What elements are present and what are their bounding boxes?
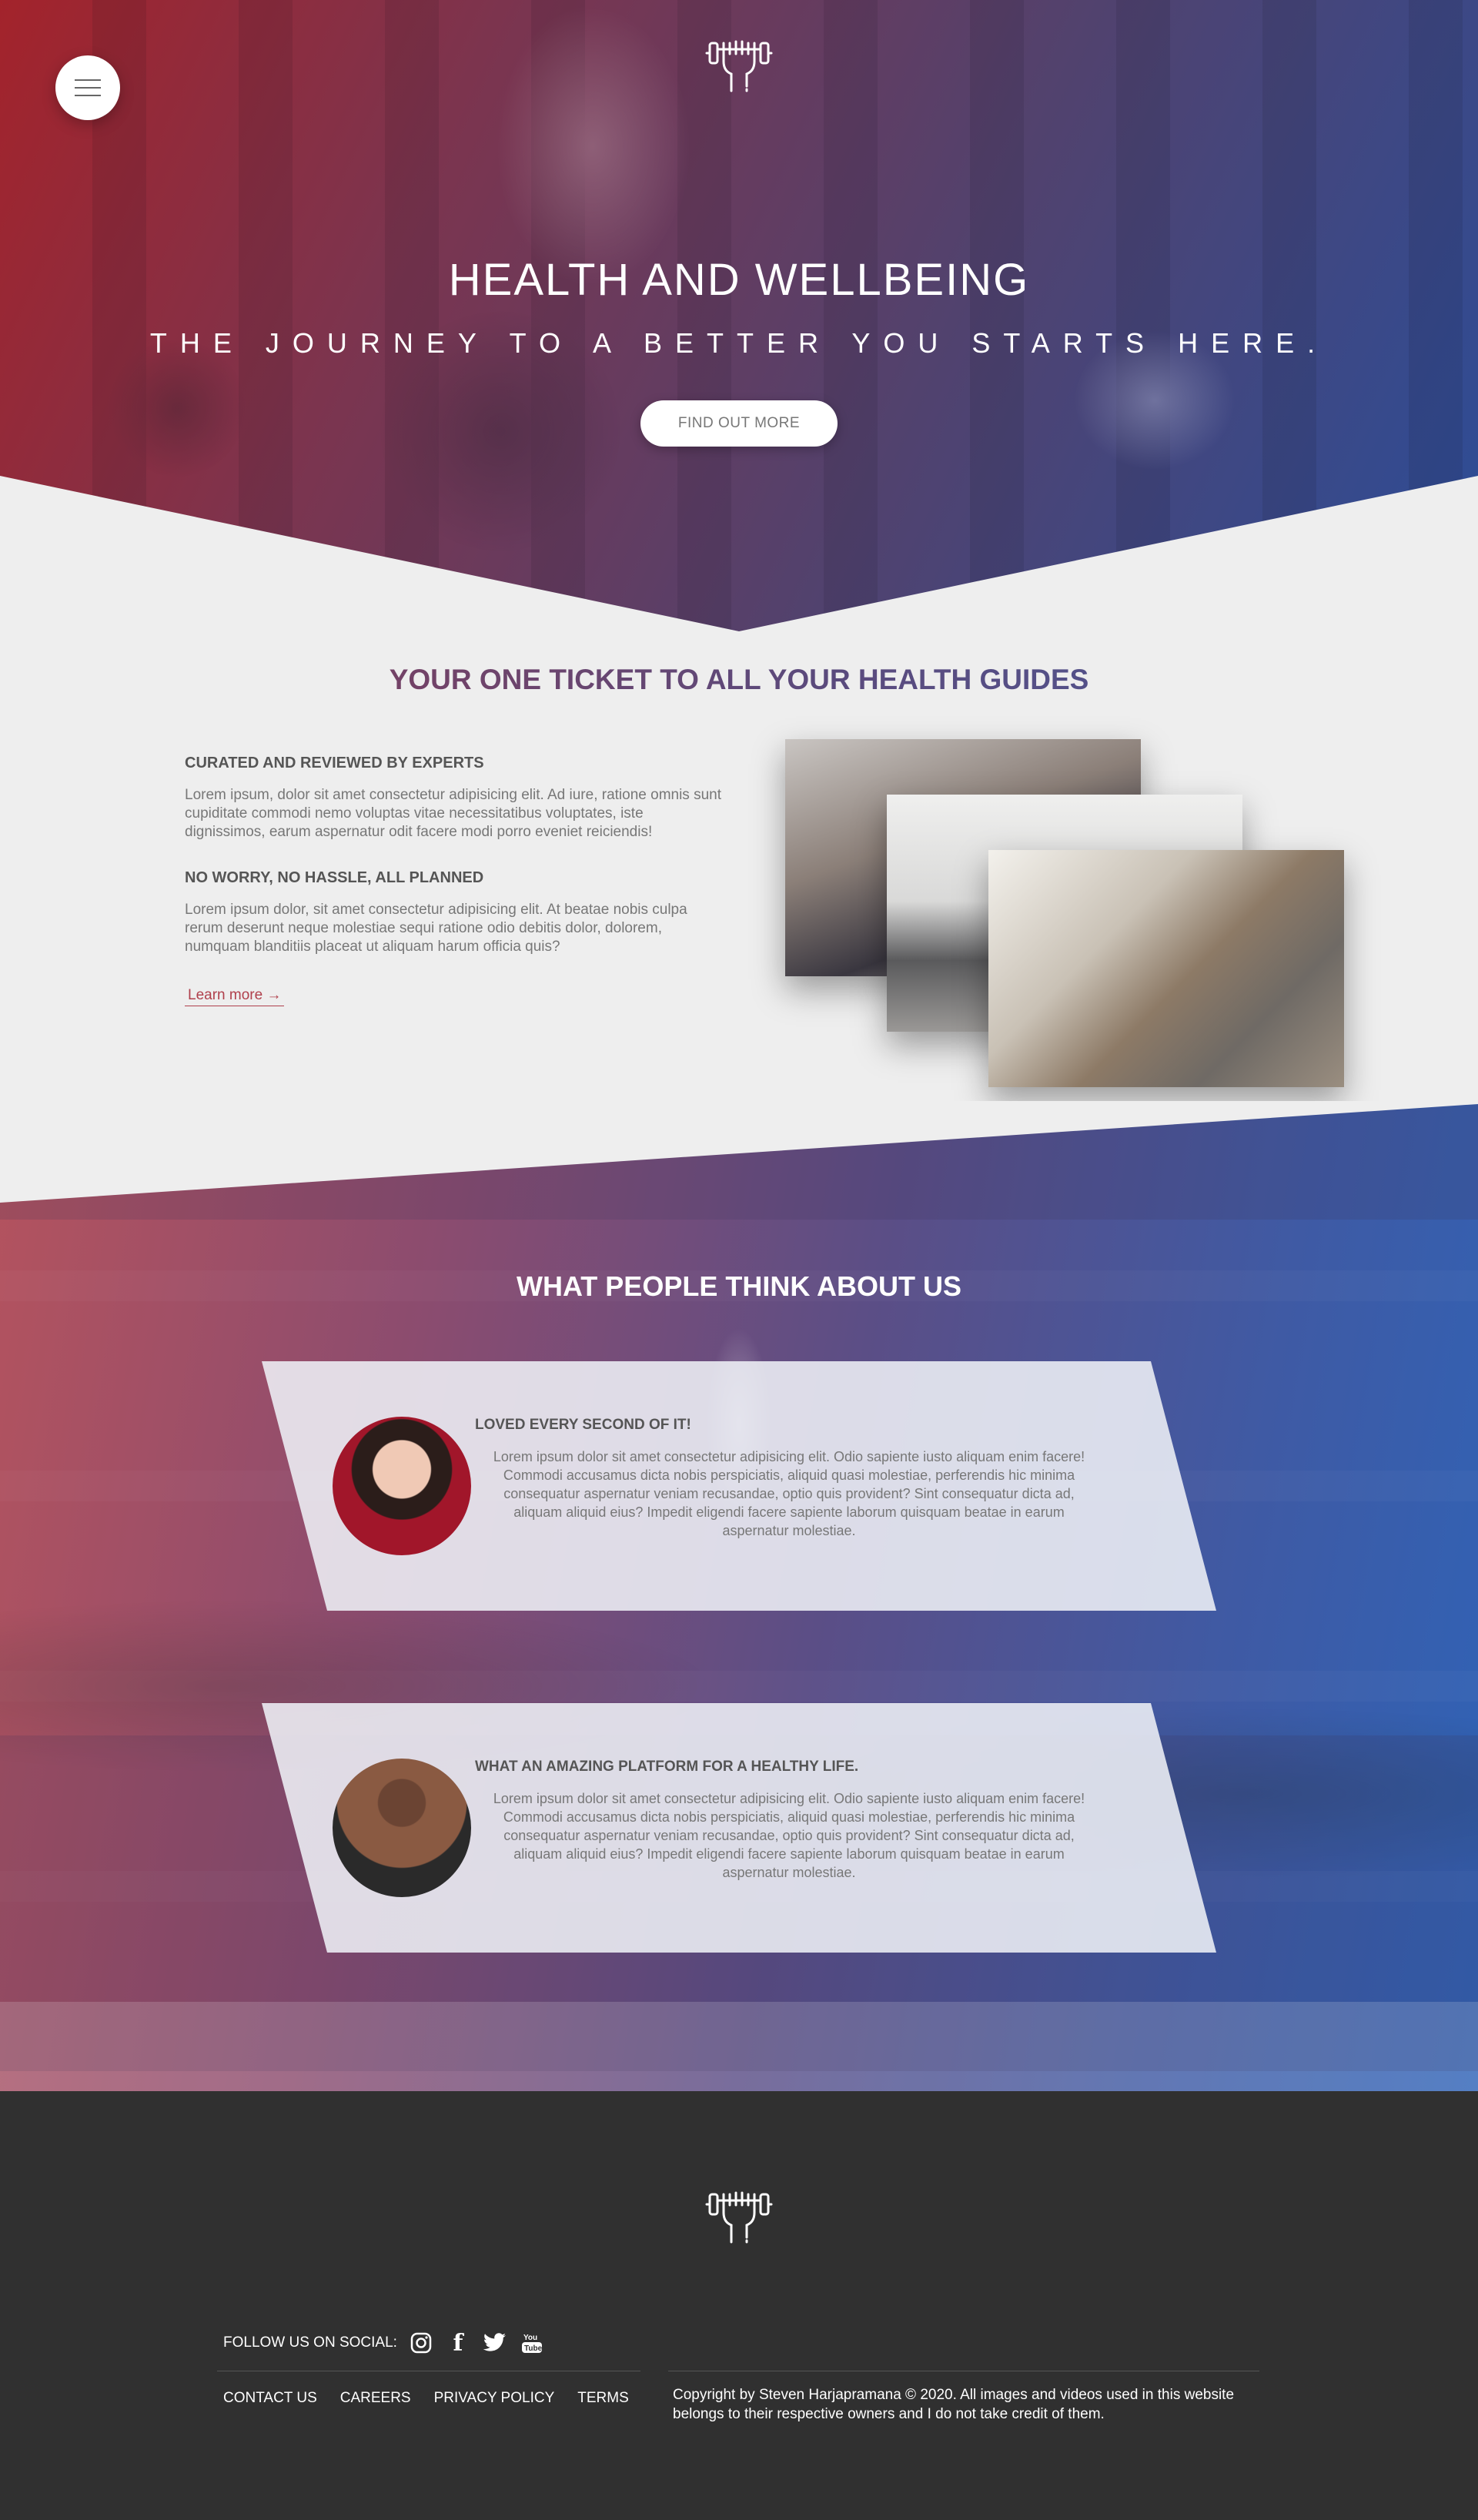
about-section-title: YOUR ONE TICKET TO ALL YOUR HEALTH GUIDE… [0, 664, 1478, 696]
testimonial-card: LOVED EVERY SECOND OF IT! Lorem ipsum do… [262, 1361, 1216, 1611]
testimonials-angled-divider [0, 1101, 1478, 1203]
testimonial-heading: WHAT AN AMAZING PLATFORM FOR A HEALTHY L… [475, 1759, 859, 1775]
facebook-icon[interactable]: f [445, 2330, 471, 2357]
footer: FOLLOW US ON SOCIAL: f You Tube CONTACT U… [0, 2091, 1478, 2520]
yoga-pose-photo [988, 850, 1344, 1087]
menu-line-icon [75, 79, 101, 81]
about-features: CURATED AND REVIEWED BY EXPERTS Lorem ip… [185, 755, 724, 1006]
footer-link-careers[interactable]: CAREERS [340, 2390, 411, 2407]
testimonial-body: Lorem ipsum dolor sit amet consectetur a… [493, 1449, 1085, 1538]
find-out-more-button[interactable]: FIND OUT MORE [640, 400, 838, 447]
hero-subtitle: THE JOURNEY TO A BETTER YOU STARTS HERE. [149, 327, 1329, 359]
testimonial-body: Lorem ipsum dolor sit amet consectetur a… [493, 1791, 1085, 1880]
footer-nav: CONTACT US CAREERS PRIVACY POLICY TERMS [223, 2390, 629, 2407]
footer-link-contact-us[interactable]: CONTACT US [223, 2390, 317, 2407]
svg-text:Tube: Tube [524, 2344, 543, 2353]
svg-text:You: You [523, 2334, 537, 2342]
feature-body: Lorem ipsum dolor, sit amet consectetur … [185, 902, 687, 955]
learn-more-link[interactable]: Learn more → [185, 987, 285, 1006]
hamburger-menu-button[interactable] [55, 55, 120, 120]
youtube-icon[interactable]: You Tube [519, 2330, 545, 2356]
avatar [333, 1417, 471, 1555]
hero-angled-divider [0, 476, 1478, 639]
avatar [333, 1759, 471, 1897]
copyright-text: Copyright by Steven Harjapramana © 2020.… [673, 2387, 1235, 2422]
social-follow: FOLLOW US ON SOCIAL: f You Tube [223, 2330, 545, 2357]
background-band [0, 2002, 1478, 2091]
twitter-icon[interactable] [482, 2330, 508, 2356]
dumbbell-hand-logo-icon[interactable] [705, 2179, 773, 2244]
testimonial-card: WHAT AN AMAZING PLATFORM FOR A HEALTHY L… [262, 1703, 1216, 1953]
dumbbell-hand-logo-icon[interactable] [705, 28, 773, 92]
testimonials-title: WHAT PEOPLE THINK ABOUT US [517, 1270, 961, 1302]
instagram-icon[interactable] [408, 2330, 434, 2356]
hero-title: HEALTH AND WELLBEING [448, 255, 1030, 305]
footer-link-terms[interactable]: TERMS [577, 2390, 629, 2407]
hero-section: HEALTH AND WELLBEING THE JOURNEY TO A BE… [0, 0, 1478, 639]
feature-heading: NO WORRY, NO HASSLE, ALL PLANNED [185, 869, 484, 886]
testimonial-heading: LOVED EVERY SECOND OF IT! [475, 1417, 691, 1433]
follow-label: FOLLOW US ON SOCIAL: [223, 2334, 397, 2351]
footer-link-privacy-policy[interactable]: PRIVACY POLICY [434, 2390, 555, 2407]
feature-heading: CURATED AND REVIEWED BY EXPERTS [185, 755, 484, 771]
feature-body: Lorem ipsum, dolor sit amet consectetur … [185, 787, 721, 840]
menu-line-icon [75, 87, 101, 89]
menu-line-icon [75, 95, 101, 96]
